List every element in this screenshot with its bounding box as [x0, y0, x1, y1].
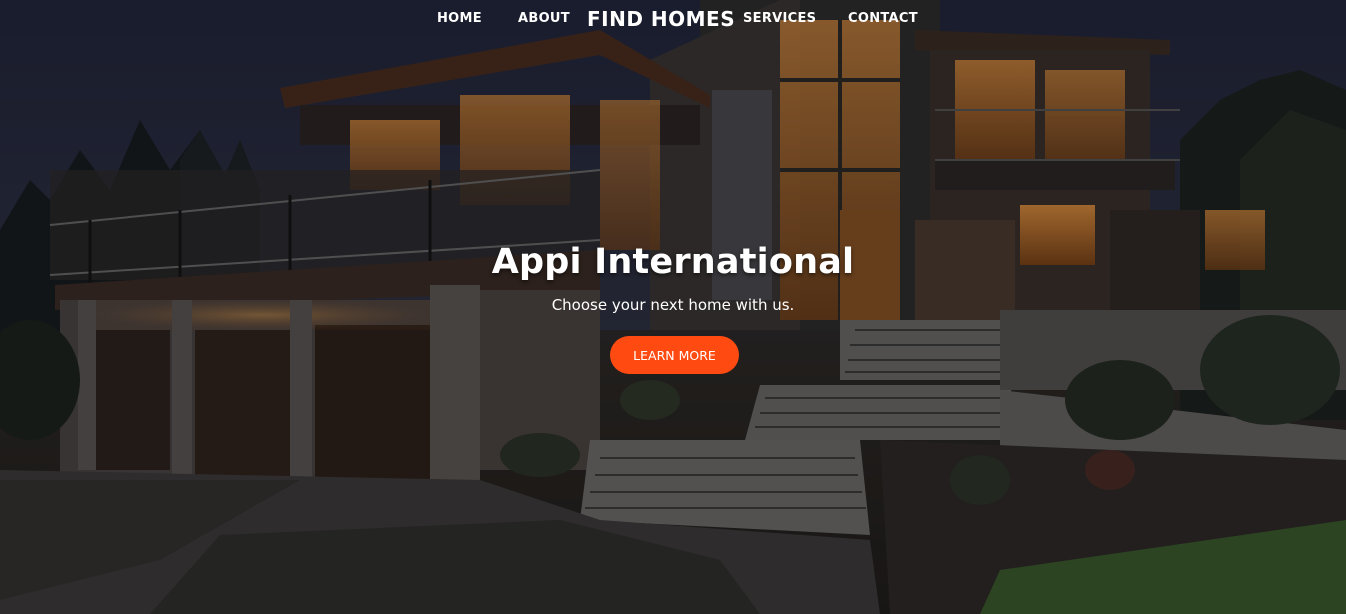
top-navigation: HOME ABOUT FIND HOMES SERVICES CONTACT: [0, 0, 1346, 38]
hero-title: Appi International: [491, 242, 855, 282]
learn-more-button[interactable]: LEARN MORE: [610, 336, 739, 374]
hero-subtitle: Choose your next home with us.: [551, 296, 795, 314]
nav-about-link[interactable]: ABOUT: [518, 11, 570, 26]
brand-logo-link[interactable]: FIND HOMES: [587, 7, 735, 31]
hero-section: HOME ABOUT FIND HOMES SERVICES CONTACT A…: [0, 0, 1346, 614]
nav-services-link[interactable]: SERVICES: [743, 11, 816, 26]
nav-contact-link[interactable]: CONTACT: [848, 11, 918, 26]
nav-home-link[interactable]: HOME: [437, 11, 482, 26]
